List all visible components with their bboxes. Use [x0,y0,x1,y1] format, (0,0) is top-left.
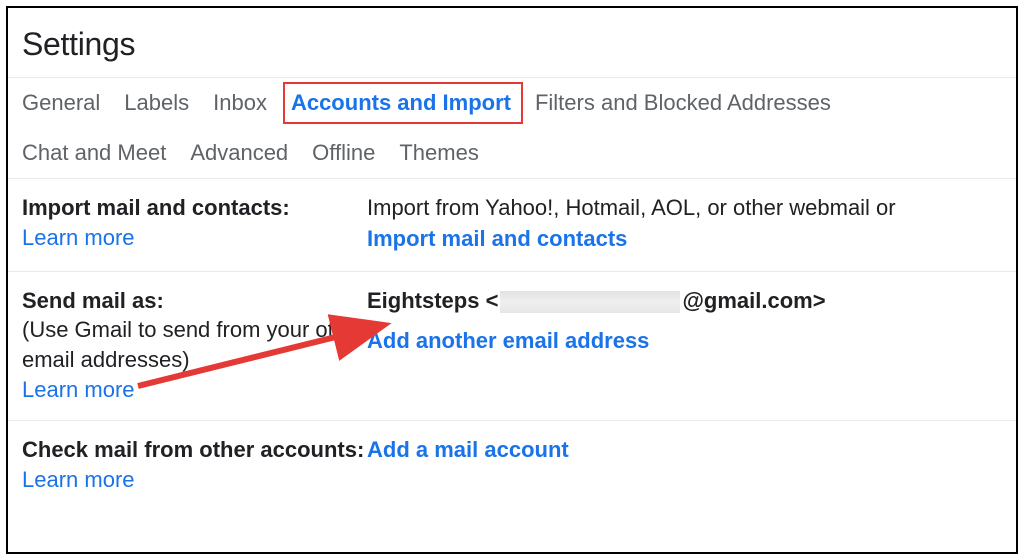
section-import-mail: Import mail and contacts: Learn more Imp… [8,178,1016,271]
tab-filters-blocked[interactable]: Filters and Blocked Addresses [535,78,845,128]
tabs-row-1: General Labels Inbox Accounts and Import… [8,77,1016,128]
tab-themes[interactable]: Themes [399,128,492,178]
section-check-mail: Check mail from other accounts: Learn mo… [8,420,1016,510]
section-title: Import mail and contacts: [22,193,367,223]
tab-advanced[interactable]: Advanced [190,128,302,178]
section-title: Send mail as: [22,286,367,316]
page-title: Settings [8,8,1016,77]
tab-label: Accounts and Import [291,90,511,115]
tab-labels[interactable]: Labels [124,78,203,128]
add-another-email-link[interactable]: Add another email address [367,328,649,353]
redacted-email [500,291,680,313]
display-name: Eightsteps [367,288,479,313]
section-send-mail-as: Send mail as: (Use Gmail to send from yo… [8,271,1016,421]
section-sub: (Use Gmail to send from your other email… [22,315,367,374]
learn-more-link[interactable]: Learn more [22,377,135,402]
learn-more-link[interactable]: Learn more [22,225,135,250]
email-domain: @gmail.com> [682,288,825,313]
tab-offline[interactable]: Offline [312,128,389,178]
send-as-identity: Eightsteps < @gmail.com> [367,286,1002,317]
add-mail-account-link[interactable]: Add a mail account [367,437,569,462]
learn-more-link[interactable]: Learn more [22,467,135,492]
section-desc: Import from Yahoo!, Hotmail, AOL, or oth… [367,193,1002,224]
import-mail-contacts-link[interactable]: Import mail and contacts [367,226,627,251]
email-bracket-open: < [486,288,499,313]
tab-chat-meet[interactable]: Chat and Meet [22,128,180,178]
tab-inbox[interactable]: Inbox [213,78,281,128]
tabs-row-2: Chat and Meet Advanced Offline Themes [8,128,1016,178]
section-title: Check mail from other accounts: [22,435,367,465]
tab-accounts-import[interactable]: Accounts and Import [291,78,525,128]
tab-general[interactable]: General [22,78,114,128]
